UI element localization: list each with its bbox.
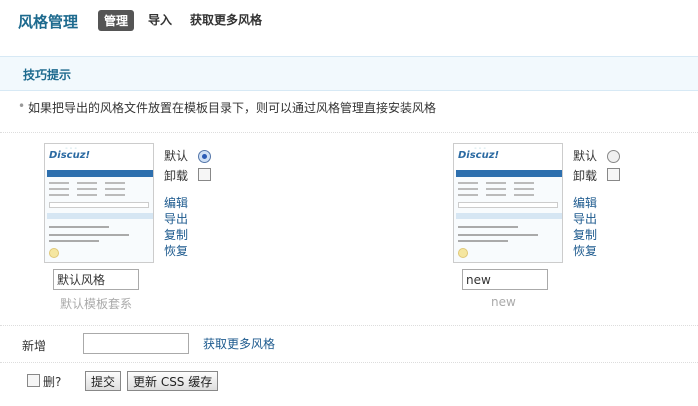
uninstall-label: 卸载	[573, 169, 598, 183]
restore-link[interactable]: 恢复	[573, 242, 597, 259]
tips-bar: 技巧提示	[0, 56, 698, 91]
discuz-logo: Discuz!	[458, 150, 500, 161]
uninstall-checkbox[interactable]	[198, 168, 211, 181]
uninstall-checkbox[interactable]	[607, 168, 620, 181]
copy-link[interactable]: 复制	[164, 226, 188, 243]
submit-button[interactable]: 提交	[85, 371, 122, 391]
divider	[0, 362, 698, 363]
tab-import[interactable]: 导入	[148, 11, 172, 28]
export-link[interactable]: 导出	[573, 210, 597, 227]
style-card-default: ◦ ◦ ◦ Discuz! 默认 卸载 编辑 导出 复制 恢复 默认模板套系	[44, 143, 274, 323]
template-caption: 默认模板套系	[60, 297, 133, 311]
style-name-input[interactable]	[53, 269, 139, 290]
divider	[0, 132, 698, 133]
delete-label: 删?	[43, 375, 62, 389]
style-name-input[interactable]	[462, 269, 548, 290]
default-label: 默认	[573, 149, 598, 163]
style-card-new: ◦ ◦ ◦ Discuz! 默认 卸载 编辑 导出 复制 恢复 new	[453, 143, 683, 323]
default-label: 默认	[164, 149, 189, 163]
page-title: 风格管理	[18, 13, 79, 31]
default-radio[interactable]	[198, 150, 211, 163]
tip-text: 如果把导出的风格文件放置在模板目录下，则可以通过风格管理直接安装风格	[28, 101, 437, 115]
restore-link[interactable]: 恢复	[164, 242, 188, 259]
add-label: 新增	[22, 339, 47, 353]
delete-checkbox[interactable]	[27, 374, 40, 387]
new-style-input[interactable]	[83, 333, 189, 354]
divider	[0, 325, 698, 326]
export-link[interactable]: 导出	[164, 210, 188, 227]
style-preview-thumbnail: ◦ ◦ ◦ Discuz!	[453, 143, 563, 263]
tab-get-more-styles[interactable]: 获取更多风格	[190, 11, 262, 28]
update-css-cache-button[interactable]: 更新 CSS 缓存	[127, 371, 219, 391]
get-more-styles-link[interactable]: 获取更多风格	[203, 335, 275, 352]
tab-manage[interactable]: 管理	[98, 10, 135, 31]
top-nav: 风格管理 管理 导入 获取更多风格	[0, 0, 698, 42]
tips-title: 技巧提示	[23, 68, 72, 82]
discuz-logo: Discuz!	[49, 150, 91, 161]
copy-link[interactable]: 复制	[573, 226, 597, 243]
style-preview-thumbnail: ◦ ◦ ◦ Discuz!	[44, 143, 154, 263]
edit-link[interactable]: 编辑	[164, 194, 188, 211]
edit-link[interactable]: 编辑	[573, 194, 597, 211]
template-caption: new	[491, 295, 516, 309]
tip-item: • 如果把导出的风格文件放置在模板目录下，则可以通过风格管理直接安装风格	[18, 99, 437, 116]
default-radio[interactable]	[607, 150, 620, 163]
uninstall-label: 卸载	[164, 169, 189, 183]
bullet-icon: •	[18, 99, 26, 113]
